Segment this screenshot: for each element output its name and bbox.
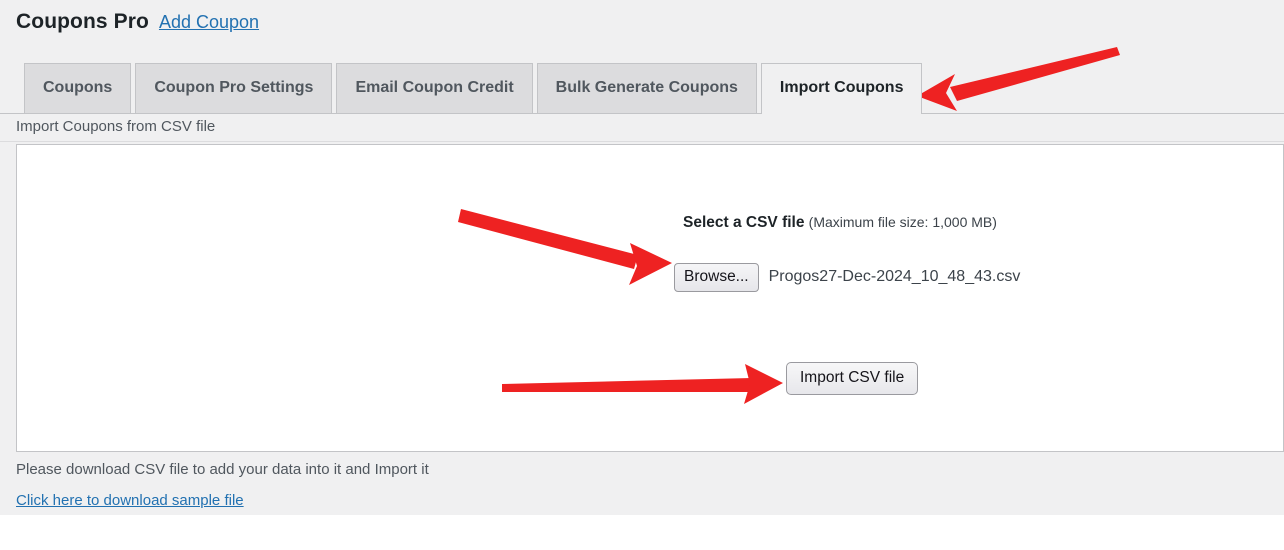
tab-coupon-pro-settings[interactable]: Coupon Pro Settings <box>135 63 332 113</box>
download-sample-file-link[interactable]: Click here to download sample file <box>16 492 244 509</box>
page-header: Coupons Pro Add Coupon <box>16 10 259 34</box>
selected-file-name: Progos27-Dec-2024_10_48_43.csv <box>769 268 1021 286</box>
admin-page: Coupons Pro Add Coupon Coupons Coupon Pr… <box>0 0 1284 515</box>
import-csv-file-button[interactable]: Import CSV file <box>786 362 918 395</box>
file-picker: Browse... Progos27-Dec-2024_10_48_43.csv <box>674 263 1020 292</box>
import-panel <box>16 144 1284 452</box>
tab-coupons[interactable]: Coupons <box>24 63 131 113</box>
page-title: Coupons Pro <box>16 10 149 34</box>
download-instruction-text: Please download CSV file to add your dat… <box>16 461 429 478</box>
select-csv-label: Select a CSV file (Maximum file size: 1,… <box>683 214 997 232</box>
tab-strip: Coupons Coupon Pro Settings Email Coupon… <box>24 63 922 113</box>
max-file-size-note: (Maximum file size: 1,000 MB) <box>809 214 997 230</box>
tab-email-coupon-credit[interactable]: Email Coupon Credit <box>336 63 532 113</box>
section-divider <box>0 141 1284 142</box>
tab-bulk-generate-coupons[interactable]: Bulk Generate Coupons <box>537 63 757 113</box>
add-coupon-link[interactable]: Add Coupon <box>159 12 259 33</box>
select-csv-title: Select a CSV file <box>683 214 804 231</box>
tab-import-coupons[interactable]: Import Coupons <box>761 63 923 114</box>
section-label: Import Coupons from CSV file <box>16 118 215 135</box>
tab-bar: Coupons Coupon Pro Settings Email Coupon… <box>0 63 1284 114</box>
browse-button[interactable]: Browse... <box>674 263 759 292</box>
